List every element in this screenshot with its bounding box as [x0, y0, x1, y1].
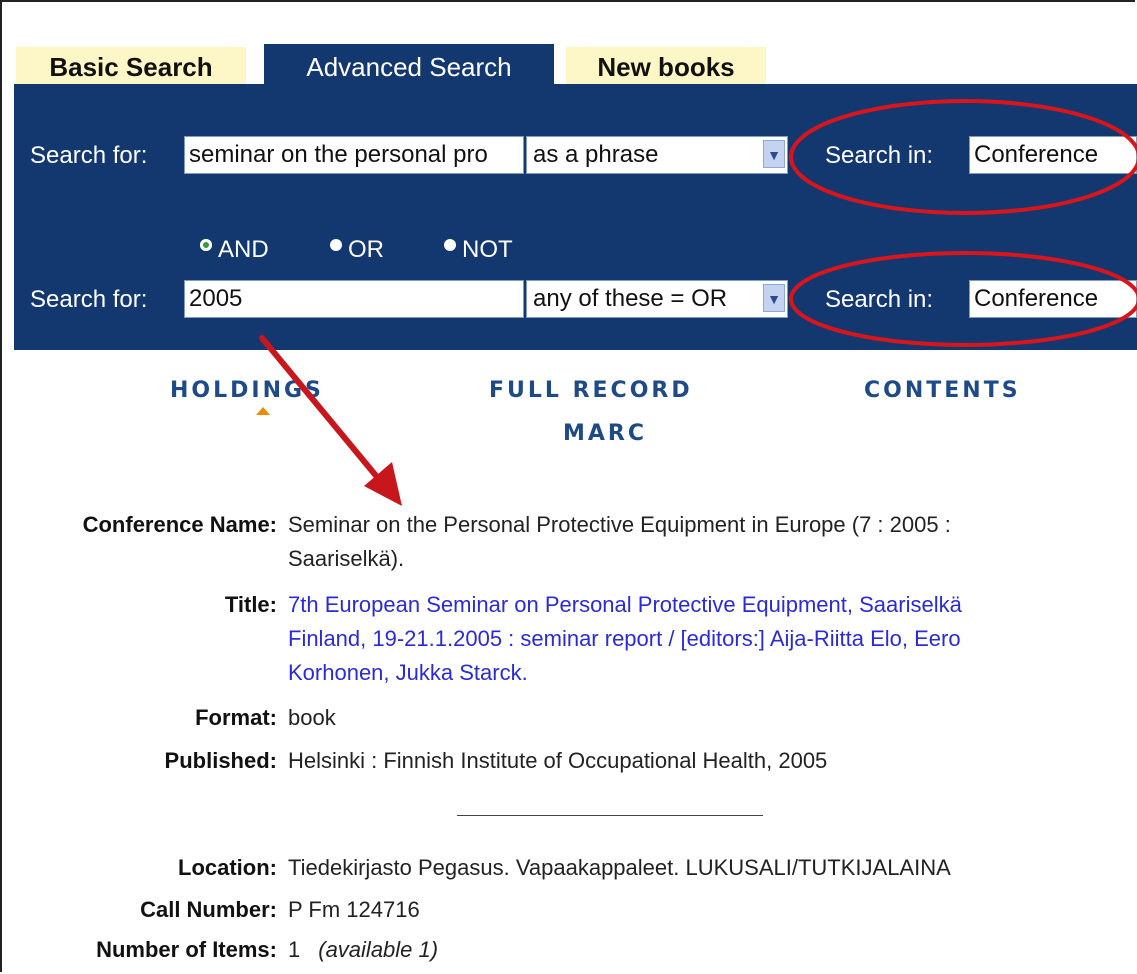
nav-contents[interactable]: CONTENTS: [864, 378, 1021, 403]
call-number-label: Call Number:: [140, 897, 277, 922]
tab-new-books[interactable]: New books: [566, 47, 766, 85]
location-label: Location:: [178, 855, 277, 880]
call-number-value: P Fm 124716: [288, 897, 420, 922]
radio-unchecked-icon: [444, 239, 456, 251]
items-available: (available 1): [318, 937, 439, 962]
search-input-2[interactable]: 2005: [184, 280, 524, 318]
radio-not-label: NOT: [462, 236, 513, 263]
published-label: Published:: [164, 748, 277, 773]
radio-not[interactable]: NOT: [444, 236, 513, 264]
title-line: 7th European Seminar on Personal Protect…: [288, 592, 962, 617]
search-mode-value-2: any of these = OR: [533, 285, 728, 312]
conference-name-value: Seminar on the Personal Protective Equip…: [288, 508, 1108, 576]
search-input-1[interactable]: seminar on the personal pro: [184, 136, 524, 174]
search-for-label-2: Search for:: [30, 286, 148, 313]
radio-unchecked-icon: [330, 239, 342, 251]
nav-marc[interactable]: MARC: [563, 421, 647, 446]
nav-full-record[interactable]: FULL RECORD: [489, 378, 693, 403]
search-in-label-1: Search in:: [825, 142, 934, 169]
active-caret-icon: [256, 407, 270, 415]
search-mode-select-1[interactable]: as a phrase ▼: [526, 136, 788, 174]
conference-name-line: Seminar on the Personal Protective Equip…: [288, 512, 951, 537]
search-in-label-2: Search in:: [825, 286, 934, 313]
format-label: Format:: [195, 705, 277, 730]
items-count: 1: [288, 937, 301, 962]
radio-or[interactable]: OR: [330, 236, 384, 264]
tab-basic-search[interactable]: Basic Search: [16, 47, 246, 85]
advanced-search-panel: Search for: seminar on the personal pro …: [14, 84, 1137, 350]
radio-and-label: AND: [218, 236, 269, 263]
nav-holdings[interactable]: HOLDINGS: [170, 378, 324, 403]
chevron-down-icon[interactable]: ▼: [763, 140, 785, 168]
radio-or-label: OR: [348, 236, 384, 263]
radio-and[interactable]: AND: [200, 236, 269, 264]
search-in-select-1[interactable]: Conference: [969, 136, 1137, 174]
conference-name-line: Saariselkä).: [288, 546, 405, 571]
title-line: Korhonen, Jukka Starck.: [288, 660, 528, 685]
search-mode-value-1: as a phrase: [533, 141, 659, 168]
title-link[interactable]: 7th European Seminar on Personal Protect…: [288, 588, 1108, 690]
radio-checked-icon: [200, 239, 212, 251]
search-for-label-1: Search for:: [30, 142, 148, 169]
conference-name-label: Conference Name:: [82, 512, 277, 537]
chevron-down-icon[interactable]: ▼: [763, 284, 785, 312]
number-of-items-value: 1 (available 1): [288, 933, 1108, 967]
location-value: Tiedekirjasto Pegasus. Vapaakappaleet. L…: [288, 855, 951, 880]
format-value: book: [288, 705, 336, 730]
title-line: Finland, 19-21.1.2005 : seminar report /…: [288, 626, 961, 651]
tab-advanced-search[interactable]: Advanced Search: [264, 44, 554, 86]
title-label: Title:: [224, 592, 277, 617]
search-in-select-2[interactable]: Conference: [969, 280, 1137, 318]
search-mode-select-2[interactable]: any of these = OR ▼: [526, 280, 788, 318]
divider: [457, 815, 763, 816]
published-value: Helsinki : Finnish Institute of Occupati…: [288, 748, 828, 773]
number-of-items-label: Number of Items:: [96, 937, 277, 962]
